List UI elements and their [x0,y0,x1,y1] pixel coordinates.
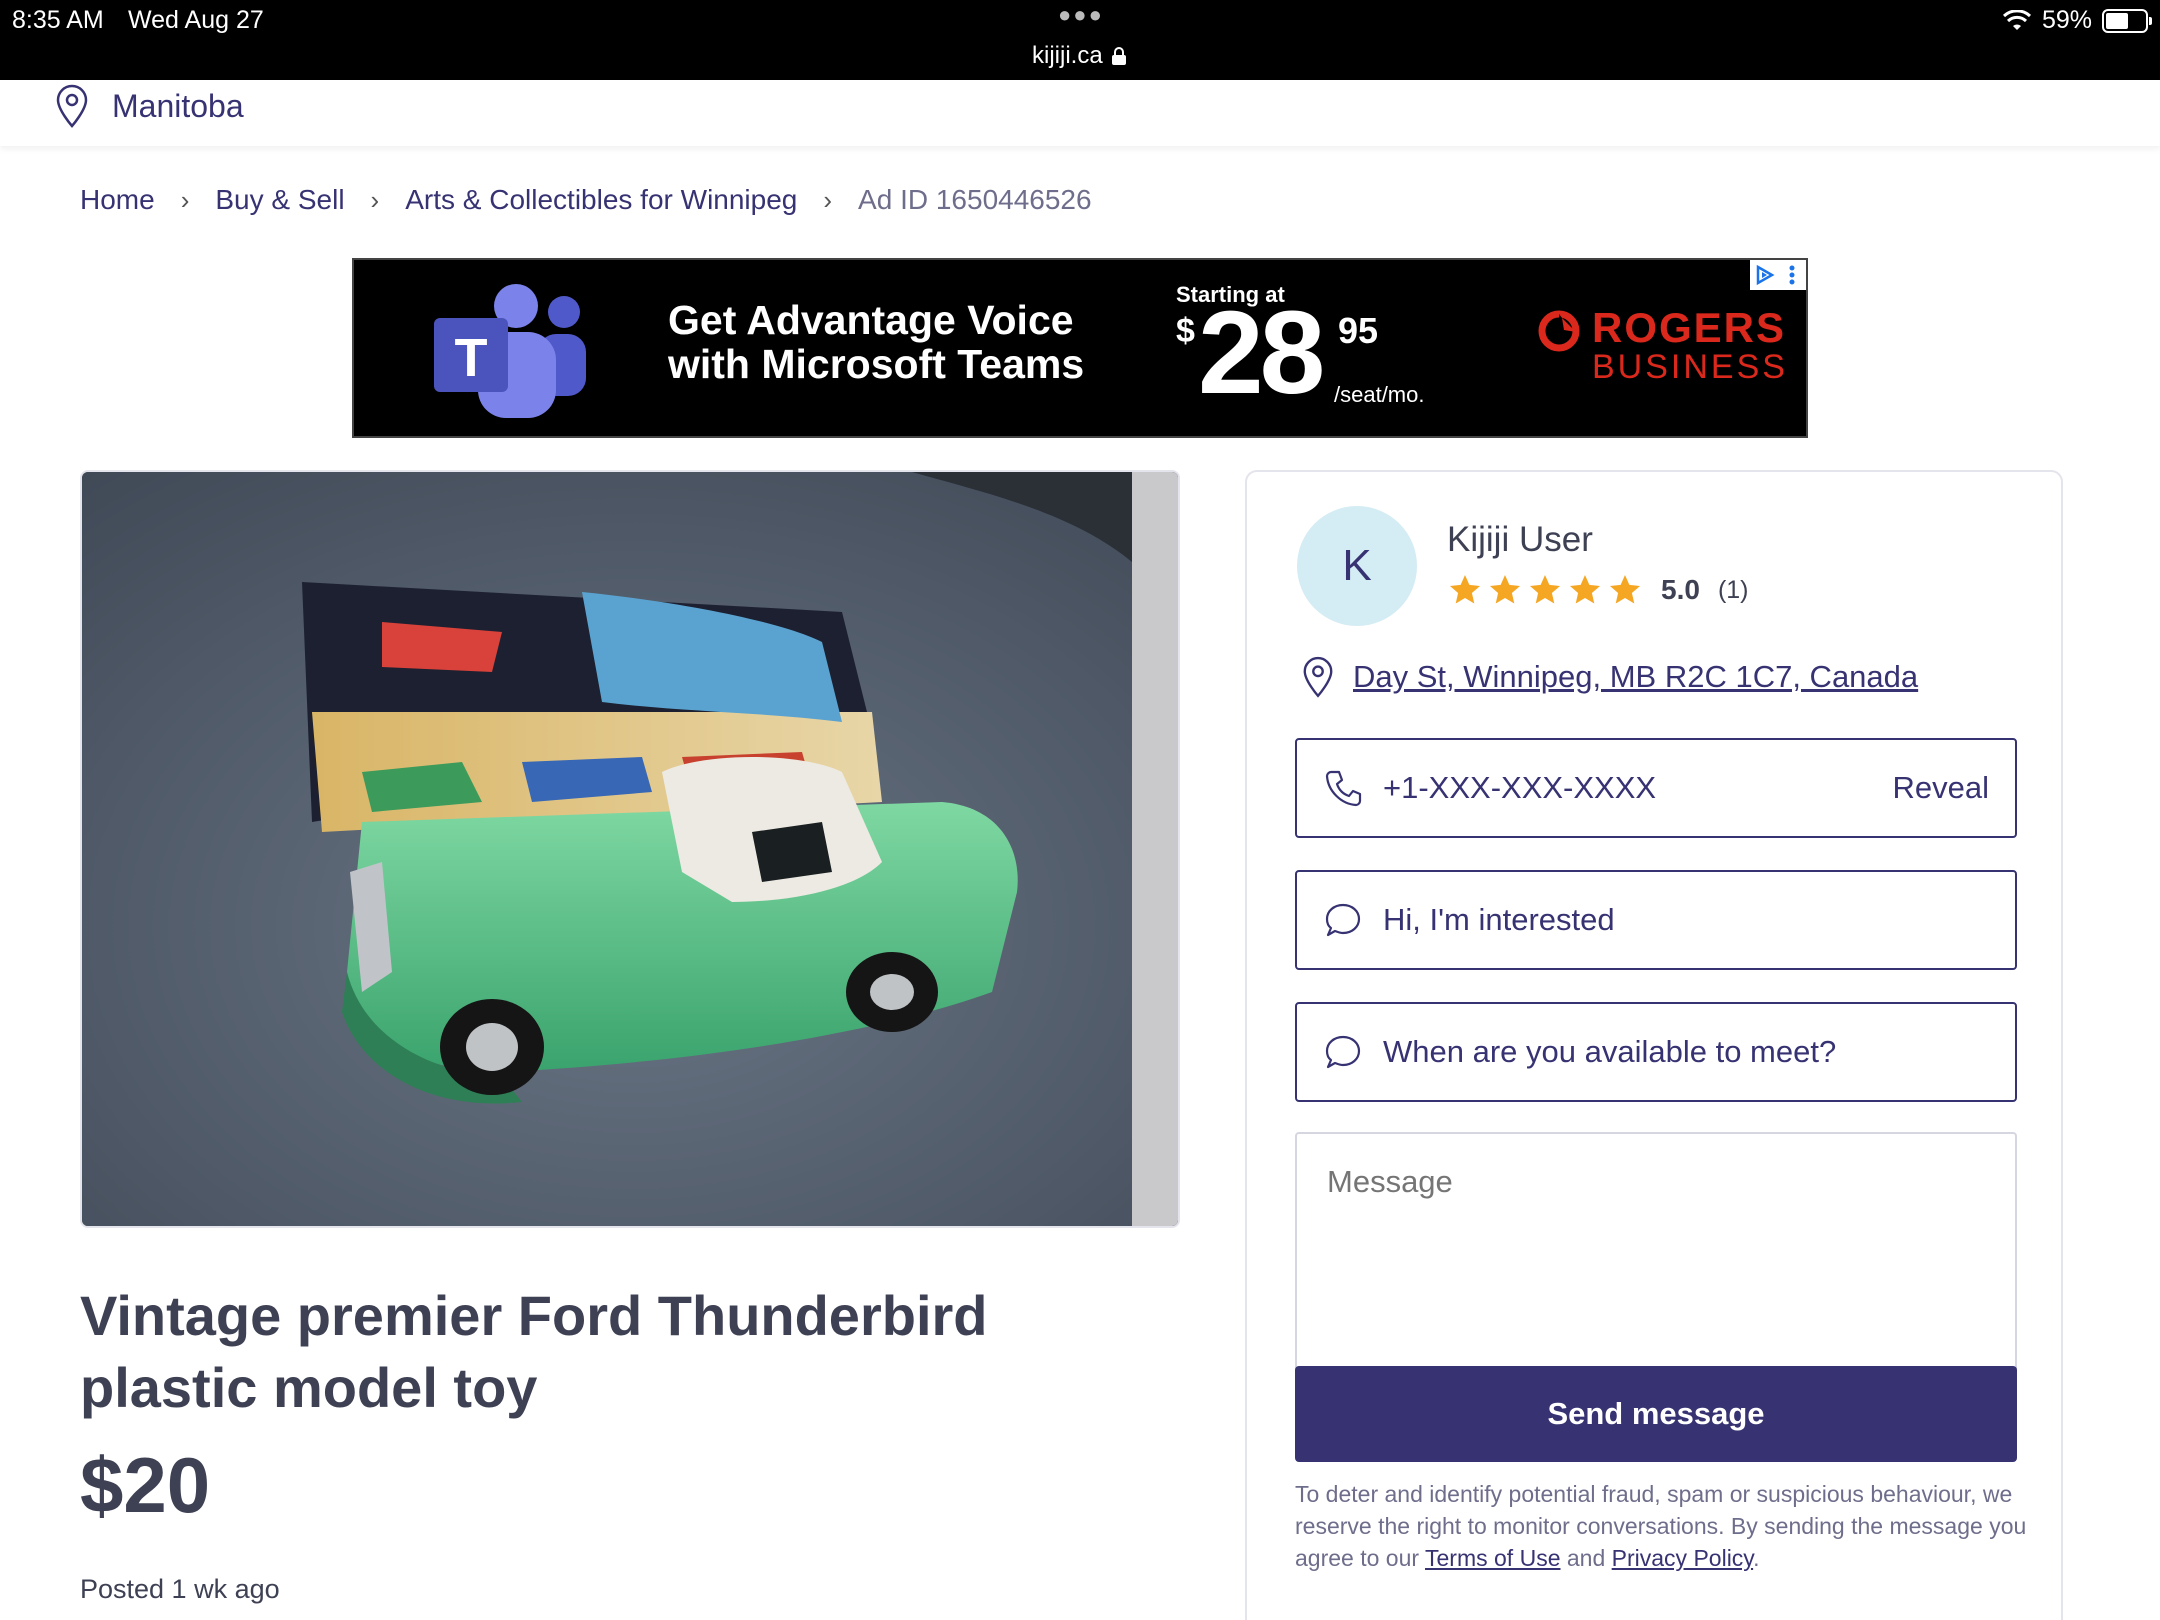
url-text: kijiji.ca [1032,42,1103,69]
chevron-right-icon: › [823,184,833,215]
seller-contact-card: K Kijiji User 5.0 (1) Day St, Winnipeg, … [1245,470,2063,1620]
kebab-menu-icon[interactable] [1778,260,1806,290]
phone-number: +1-XXX-XXX-XXXX [1383,770,1657,805]
star-icon [1610,575,1640,604]
ad-headline: Get Advantage Voice with Microsoft Teams [668,298,1084,386]
breadcrumb-home[interactable]: Home [80,184,155,216]
rating-count: (1) [1717,575,1749,604]
quick-reply-label: Hi, I'm interested [1383,902,1615,937]
quick-reply-label: When are you available to meet? [1383,1034,1837,1069]
reveal-button[interactable]: Reveal [1893,770,1990,806]
ios-status-bar: 8:35 AM Wed Aug 27 ●●● kijiji.ca 59% [0,0,2160,80]
breadcrumb-arts-collectibles[interactable]: Arts & Collectibles for Winnipeg [405,184,797,216]
star-icon [1450,575,1480,604]
breadcrumb-ad-id: Ad ID 1650446526 [858,184,1092,215]
location-selector[interactable]: Manitoba [0,80,2160,146]
location-name: Manitoba [112,88,244,124]
teams-logo: T [434,284,586,418]
avatar[interactable]: K [1297,506,1417,626]
ad-headline-line2: with Microsoft Teams [668,341,1085,387]
ad-headline-line1: Get Advantage Voice [668,297,1074,343]
ad-banner[interactable]: T Get Advantage Voice with Microsoft Tea… [352,258,1808,438]
chevron-right-icon: › [180,184,190,215]
rogers-swirl-icon [1538,310,1580,352]
status-time: 8:35 AM [12,6,104,34]
star-icon [1490,575,1520,604]
adchoices-badge[interactable] [1750,260,1806,290]
star-icon [1570,575,1600,604]
rogers-logo: ROGERS BUSINESS [1536,304,1788,386]
listing-price: $20 [80,1441,211,1529]
seller-rating[interactable]: 5.0 (1) [1447,572,1749,608]
ad-price-per: /seat/mo. [1334,382,1425,407]
chevron-right-icon: › [370,184,380,215]
ad-price-cents: 95 [1338,310,1379,351]
breadcrumb: Home › Buy & Sell › Arts & Collectibles … [80,184,1092,216]
listing-photo[interactable] [80,470,1180,1228]
disclaimer: To deter and identify potential fraud, s… [1295,1478,2035,1574]
location-pin-icon [56,84,88,128]
seller-name[interactable]: Kijiji User [1447,520,1593,560]
adchoices-icon[interactable] [1750,260,1778,290]
wifi-icon [2002,9,2031,30]
send-message-button[interactable]: Send message [1295,1366,2017,1462]
rating-stars [1447,572,1643,608]
star-icon [1530,575,1560,604]
disclaimer-end: . [1753,1545,1760,1571]
address-link[interactable]: Day St, Winnipeg, MB R2C 1C7, Canada [1353,659,1918,695]
rogers-business: BUSINESS [1592,348,1788,386]
listing-photo-image [82,472,1178,1226]
chat-bubble-icon [1325,903,1361,937]
quick-reply-interested[interactable]: Hi, I'm interested [1295,870,2017,970]
seller-address[interactable]: Day St, Winnipeg, MB R2C 1C7, Canada [1301,656,1918,698]
chat-bubble-icon [1325,1035,1361,1069]
teams-letter: T [455,328,488,388]
ad-price-main: 28 [1198,287,1325,419]
address-bar[interactable]: kijiji.ca [1032,42,1127,70]
phone-reveal-field[interactable]: +1-XXX-XXX-XXXX Reveal [1295,738,2017,838]
listing-title: Vintage premier Ford Thunderbird plastic… [80,1284,988,1419]
battery-percent: 59% [2041,6,2092,34]
terms-of-use-link[interactable]: Terms of Use [1425,1545,1560,1571]
message-textarea[interactable] [1295,1132,2017,1372]
status-date: Wed Aug 27 [128,6,264,34]
privacy-policy-link[interactable]: Privacy Policy [1612,1545,1753,1571]
ad-currency: $ [1176,312,1195,350]
multitask-dots-icon[interactable]: ●●● [1058,2,1104,28]
rogers-brand: ROGERS [1592,304,1787,351]
lock-icon [1111,47,1126,65]
breadcrumb-buy-sell[interactable]: Buy & Sell [215,184,344,216]
phone-icon [1325,770,1362,807]
disclaimer-and: and [1560,1545,1612,1571]
status-right: 59% [2002,6,2152,35]
posted-date: Posted 1 wk ago [80,1574,280,1604]
rating-score: 5.0 [1661,574,1700,605]
location-pin-icon [1303,656,1333,698]
battery-icon [2102,8,2152,33]
quick-reply-meet[interactable]: When are you available to meet? [1295,1002,2017,1102]
